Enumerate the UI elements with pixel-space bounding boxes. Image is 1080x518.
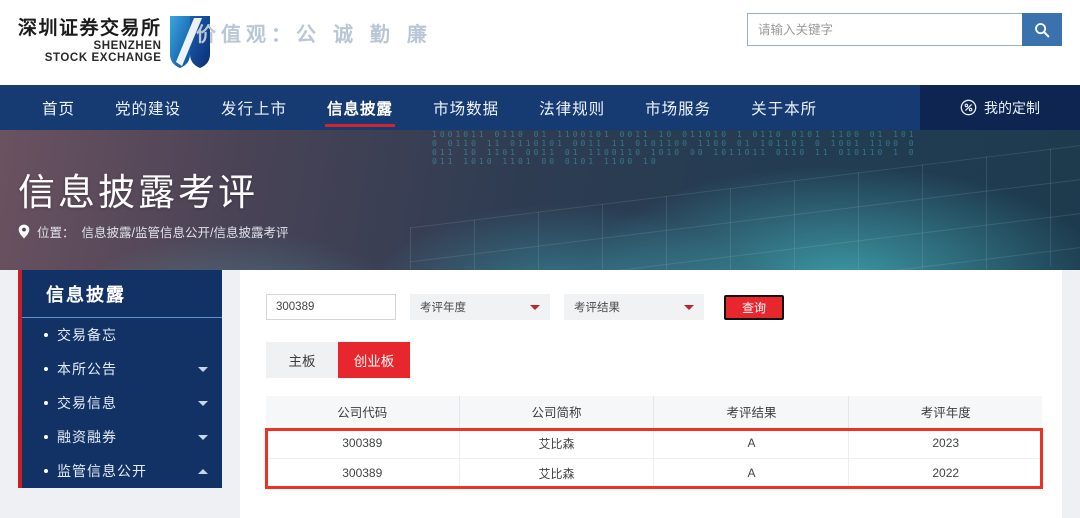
table-header-row: 公司代码 公司简称 考评结果 考评年度 xyxy=(266,396,1042,429)
evaluation-result-select[interactable]: 考评结果 xyxy=(564,294,704,320)
nav-item-6[interactable]: 市场服务 xyxy=(625,85,731,130)
chevron-down-icon xyxy=(198,400,208,406)
chevron-down-icon xyxy=(198,366,208,372)
evaluation-results-table: 公司代码 公司简称 考评结果 考评年度 300389 艾比森 A 2023 300389 艾比森… xyxy=(266,396,1042,489)
banner-code-decoration: 1001011 0110 01 1100101 0011 10 011010 1… xyxy=(432,130,917,166)
nav-item-1[interactable]: 党的建设 xyxy=(95,85,201,130)
nav-item-label: 信息披露 xyxy=(327,100,394,118)
sidebar-item-label: 交易备忘 xyxy=(57,327,117,343)
sidebar: 信息披露 交易备忘本所公告交易信息融资融券监管信息公开 xyxy=(18,270,222,488)
chevron-down-icon xyxy=(684,304,694,310)
table-cell: 2023 xyxy=(848,428,1042,459)
nav-item-label: 发行上市 xyxy=(221,100,288,118)
breadcrumb-location-prefix: 位置： xyxy=(37,226,75,240)
sidebar-item-label: 本所公告 xyxy=(57,361,117,377)
tab-1[interactable]: 创业板 xyxy=(338,342,410,378)
search-input[interactable] xyxy=(747,13,1022,46)
page-banner: 1001011 0110 01 1100101 0011 10 011010 1… xyxy=(0,130,1080,270)
nav-item-label: 市场数据 xyxy=(433,100,500,118)
table-cell: 艾比森 xyxy=(459,458,655,489)
table-column-header-3: 考评年度 xyxy=(848,396,1042,429)
company-code-input[interactable] xyxy=(266,294,396,320)
table-cell: A xyxy=(653,458,850,489)
sidebar-item-list: 交易备忘本所公告交易信息融资融券监管信息公开 xyxy=(22,318,222,488)
nav-item-list: 首页 党的建设 发行上市 信息披露 市场数据 法律规则 市场服务 关于本所 xyxy=(0,85,837,130)
page-body: 信息披露 交易备忘本所公告交易信息融资融券监管信息公开 考评年度 考评结果 查询… xyxy=(0,270,1080,518)
nav-item-3[interactable]: 信息披露 xyxy=(307,85,413,130)
logo-name-cn: 深圳证券交易所 xyxy=(18,18,162,40)
nav-item-5[interactable]: 法律规则 xyxy=(519,85,625,130)
nav-item-label: 关于本所 xyxy=(751,100,818,118)
nav-item-7[interactable]: 关于本所 xyxy=(731,85,837,130)
table-cell: 艾比森 xyxy=(459,428,655,459)
nav-item-label: 党的建设 xyxy=(115,100,182,118)
site-search xyxy=(747,13,1062,46)
table-column-header-1: 公司简称 xyxy=(459,396,655,429)
chevron-up-icon xyxy=(198,468,208,474)
table-header: 公司代码 公司简称 考评结果 考评年度 xyxy=(266,396,1042,429)
sidebar-item-label: 融资融券 xyxy=(57,429,117,445)
map-pin-icon xyxy=(18,224,30,239)
logo-name-en-line1: SHENZHEN xyxy=(93,39,162,52)
breadcrumb: 位置： 信息披露/监管信息公开/信息披露考评 xyxy=(18,222,288,241)
nav-item-label: 市场服务 xyxy=(645,100,712,118)
sidebar-item-label: 监管信息公开 xyxy=(57,463,147,479)
bullet-icon xyxy=(44,401,48,405)
bullet-icon xyxy=(44,367,48,371)
nav-item-label: 首页 xyxy=(42,100,76,118)
tab-label: 主板 xyxy=(288,354,316,369)
table-cell: 300389 xyxy=(266,458,460,489)
site-header: 深圳证券交易所 SHENZHEN STOCK EXCHANGE 价值观：公 诚 … xyxy=(0,0,1080,85)
search-icon xyxy=(1035,22,1050,37)
results-table-wrapper: 公司代码 公司简称 考评结果 考评年度 300389 艾比森 A 2023 300389 艾比森… xyxy=(265,396,1043,489)
board-tabs: 主板 创业板 xyxy=(266,342,1062,378)
filter-toolbar: 考评年度 考评结果 查询 xyxy=(240,270,1062,320)
table-row[interactable]: 300389 艾比森 A 2022 xyxy=(266,458,1042,489)
sidebar-item-3[interactable]: 融资融券 xyxy=(22,420,222,454)
chevron-down-icon xyxy=(198,434,208,440)
table-cell: 2022 xyxy=(848,458,1042,489)
sidebar-item-4[interactable]: 监管信息公开 xyxy=(22,454,222,488)
site-logo[interactable]: 深圳证券交易所 SHENZHEN STOCK EXCHANGE xyxy=(18,14,212,70)
sidebar-title: 信息披露 xyxy=(22,270,222,318)
bullet-icon xyxy=(44,333,48,337)
breadcrumb-path: 信息披露/监管信息公开/信息披露考评 xyxy=(81,226,289,240)
evaluation-year-select[interactable]: 考评年度 xyxy=(410,294,550,320)
sidebar-item-0[interactable]: 交易备忘 xyxy=(22,318,222,352)
bullet-icon xyxy=(44,435,48,439)
page-title: 信息披露考评 xyxy=(18,172,258,213)
nav-item-2[interactable]: 发行上市 xyxy=(201,85,307,130)
nav-item-label: 法律规则 xyxy=(539,100,606,118)
sidebar-item-2[interactable]: 交易信息 xyxy=(22,386,222,420)
table-column-header-2: 考评结果 xyxy=(653,396,850,429)
main-content-panel: 考评年度 考评结果 查询 主板创业板 公司代码公司简称考评结果考评年度 3003… xyxy=(240,270,1062,518)
sidebar-item-label: 交易信息 xyxy=(57,395,117,411)
tab-label: 创业板 xyxy=(353,354,395,369)
logo-name-en-line2: STOCK EXCHANGE xyxy=(44,52,162,65)
customize-icon xyxy=(960,99,977,116)
nav-item-0[interactable]: 首页 xyxy=(22,85,95,130)
nav-item-4[interactable]: 市场数据 xyxy=(413,85,519,130)
table-column-header-0: 公司代码 xyxy=(266,396,460,429)
main-navigation: 首页 党的建设 发行上市 信息披露 市场数据 法律规则 市场服务 关于本所 我的定制 xyxy=(0,85,1080,130)
sidebar-item-1[interactable]: 本所公告 xyxy=(22,352,222,386)
my-customization-button[interactable]: 我的定制 xyxy=(920,85,1080,130)
bullet-icon xyxy=(44,469,48,473)
table-cell: 300389 xyxy=(266,428,460,459)
my-customization-label: 我的定制 xyxy=(984,99,1040,116)
chevron-down-icon xyxy=(530,304,540,310)
site-slogan: 价值观：公 诚 勤 廉 xyxy=(196,22,432,46)
tab-0[interactable]: 主板 xyxy=(266,342,338,378)
table-row[interactable]: 300389 艾比森 A 2023 xyxy=(266,428,1042,459)
evaluation-result-value: 考评结果 xyxy=(574,302,620,314)
logo-text: 深圳证券交易所 SHENZHEN STOCK EXCHANGE xyxy=(18,19,162,64)
table-body: 300389 艾比森 A 2023 300389 艾比森 A 2022 xyxy=(266,428,1042,489)
query-button[interactable]: 查询 xyxy=(724,294,784,320)
evaluation-year-value: 考评年度 xyxy=(420,302,466,314)
table-cell: A xyxy=(653,428,850,459)
search-button[interactable] xyxy=(1022,13,1062,46)
